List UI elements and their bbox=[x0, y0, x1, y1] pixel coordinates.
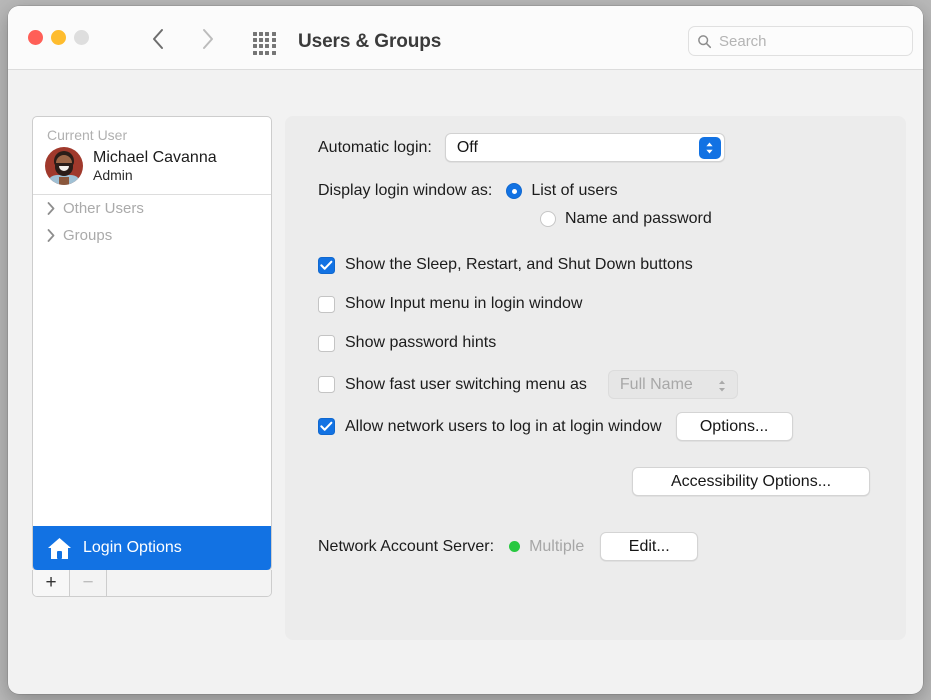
network-account-server-label: Network Account Server: bbox=[318, 538, 494, 556]
checkbox-label: Show fast user switching menu as bbox=[345, 376, 587, 394]
sidebar-footer: + − bbox=[32, 570, 272, 597]
grid-dot bbox=[265, 44, 269, 48]
grid-dot bbox=[259, 32, 263, 36]
zoom-button[interactable] bbox=[74, 30, 89, 45]
grid-dot bbox=[265, 38, 269, 42]
fast-user-switching-row: Show fast user switching menu as Full Na… bbox=[318, 370, 738, 399]
sidebar-item-label: Login Options bbox=[83, 539, 182, 557]
grid-dot bbox=[272, 44, 276, 48]
sidebar-footer-spacer bbox=[107, 570, 271, 596]
network-users-row: Allow network users to log in at login w… bbox=[318, 412, 793, 441]
grid-dot bbox=[253, 32, 257, 36]
radio-list-of-users[interactable] bbox=[506, 183, 522, 199]
close-button[interactable] bbox=[28, 30, 43, 45]
sidebar-item-groups[interactable]: Groups bbox=[33, 222, 271, 249]
chevron-updown-icon bbox=[699, 137, 721, 159]
checkbox-label: Show the Sleep, Restart, and Shut Down b… bbox=[345, 256, 693, 274]
checkbox-allow-network-users[interactable] bbox=[318, 418, 335, 435]
grid-dot bbox=[253, 51, 257, 55]
radio-name-and-password-label: Name and password bbox=[565, 210, 712, 228]
chevron-right-icon bbox=[202, 28, 215, 50]
house-icon bbox=[46, 536, 73, 561]
window-content: Current User Michael Cavanna Admin bbox=[8, 70, 923, 694]
checkbox-show-sleep-restart-shutdown[interactable] bbox=[318, 257, 335, 274]
add-user-button[interactable]: + bbox=[33, 570, 70, 596]
back-button[interactable] bbox=[142, 24, 172, 54]
current-user-name: Michael Cavanna bbox=[93, 148, 217, 168]
radio-name-and-password[interactable] bbox=[540, 211, 556, 227]
grid-dot bbox=[253, 38, 257, 42]
checkbox-fast-user-switching[interactable] bbox=[318, 376, 335, 393]
automatic-login-label: Automatic login: bbox=[318, 139, 432, 157]
checkmark-icon bbox=[320, 421, 333, 432]
grid-dot bbox=[272, 51, 276, 55]
grid-dot bbox=[259, 38, 263, 42]
display-login-window-label: Display login window as: bbox=[318, 182, 492, 200]
automatic-login-row: Automatic login: Off bbox=[318, 133, 725, 162]
accessibility-options-button[interactable]: Accessibility Options... bbox=[632, 467, 870, 496]
network-options-button[interactable]: Options... bbox=[676, 412, 793, 441]
sidebar-section-header: Current User bbox=[33, 117, 271, 145]
checkmark-icon bbox=[320, 260, 333, 271]
grid-dot bbox=[253, 44, 257, 48]
network-account-server-row: Network Account Server: Multiple Edit... bbox=[318, 532, 698, 561]
window-controls bbox=[28, 30, 89, 45]
search-icon bbox=[697, 34, 712, 49]
edit-network-account-server-button[interactable]: Edit... bbox=[600, 532, 698, 561]
status-indicator-dot bbox=[509, 541, 520, 552]
chevron-left-icon bbox=[151, 28, 164, 50]
page-title: Users & Groups bbox=[298, 31, 441, 53]
preferences-window: Users & Groups Search Current User bbox=[8, 6, 923, 694]
chevron-right-icon[interactable] bbox=[43, 229, 59, 242]
display-login-window-row-2: Name and password bbox=[540, 210, 712, 228]
grid-dot bbox=[265, 32, 269, 36]
title-bar: Users & Groups Search bbox=[8, 6, 923, 70]
checkbox-row-input-menu: Show Input menu in login window bbox=[318, 295, 582, 313]
accessibility-row: Accessibility Options... bbox=[632, 467, 870, 496]
search-input[interactable]: Search bbox=[719, 33, 767, 50]
sidebar-item-label: Groups bbox=[63, 227, 112, 244]
checkbox-label: Allow network users to log in at login w… bbox=[345, 418, 662, 436]
grid-dot bbox=[265, 51, 269, 55]
remove-user-button: − bbox=[70, 570, 107, 596]
automatic-login-value: Off bbox=[446, 139, 478, 157]
fast-user-switching-popup: Full Name bbox=[608, 370, 738, 399]
fast-user-switching-value: Full Name bbox=[609, 376, 693, 394]
radio-list-of-users-label: List of users bbox=[531, 182, 617, 200]
network-account-server-status: Multiple bbox=[529, 538, 584, 556]
show-all-button[interactable] bbox=[253, 32, 281, 54]
avatar bbox=[45, 147, 83, 185]
minimize-button[interactable] bbox=[51, 30, 66, 45]
login-options-panel: Automatic login: Off Display login windo… bbox=[285, 116, 906, 640]
users-sidebar: Current User Michael Cavanna Admin bbox=[32, 116, 272, 571]
checkbox-row-password-hints: Show password hints bbox=[318, 334, 496, 352]
forward-button[interactable] bbox=[193, 24, 223, 54]
checkbox-row-sleep-restart-shutdown: Show the Sleep, Restart, and Shut Down b… bbox=[318, 256, 693, 274]
checkbox-show-password-hints[interactable] bbox=[318, 335, 335, 352]
sidebar-item-current-user[interactable]: Michael Cavanna Admin bbox=[33, 145, 271, 195]
sidebar-item-label: Other Users bbox=[63, 200, 144, 217]
search-field[interactable]: Search bbox=[688, 26, 913, 56]
checkbox-label: Show Input menu in login window bbox=[345, 295, 582, 313]
automatic-login-popup[interactable]: Off bbox=[445, 133, 725, 162]
grid-dot bbox=[259, 51, 263, 55]
grid-dot bbox=[259, 44, 263, 48]
chevron-updown-icon bbox=[716, 376, 728, 395]
current-user-role: Admin bbox=[93, 167, 217, 184]
display-login-window-row: Display login window as: List of users bbox=[318, 182, 618, 200]
sidebar-item-login-options[interactable]: Login Options bbox=[33, 526, 271, 570]
checkbox-show-input-menu[interactable] bbox=[318, 296, 335, 313]
grid-dot bbox=[272, 38, 276, 42]
chevron-right-icon[interactable] bbox=[43, 202, 59, 215]
checkbox-label: Show password hints bbox=[345, 334, 496, 352]
sidebar-item-other-users[interactable]: Other Users bbox=[33, 195, 271, 222]
grid-dot bbox=[272, 32, 276, 36]
